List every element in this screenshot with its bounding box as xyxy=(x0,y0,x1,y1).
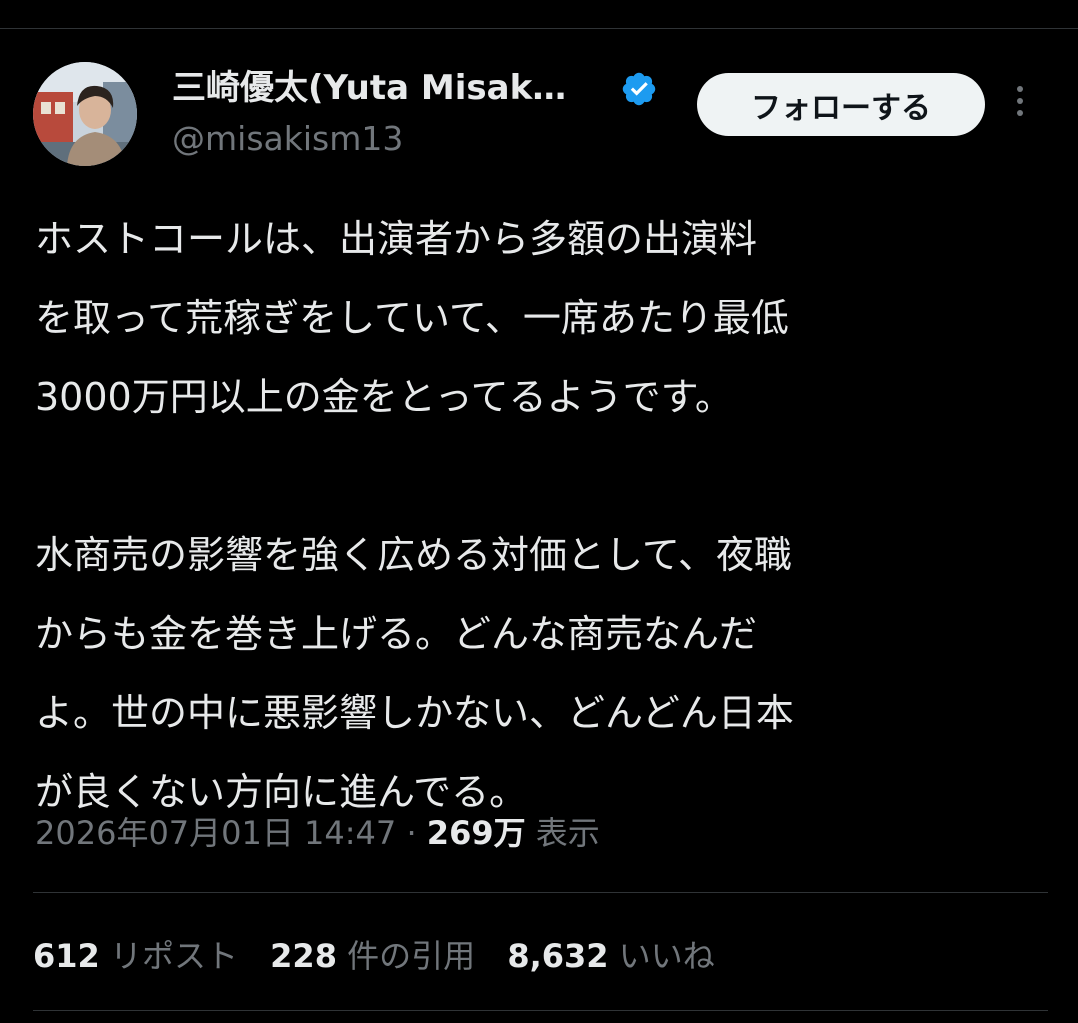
top-divider xyxy=(0,28,1078,29)
tweet-text: ホストコールは、出演者から多額の出演料 を取って荒稼ぎをしていて、一席あたり最低… xyxy=(35,200,1045,832)
quotes-count: 228 xyxy=(270,937,337,975)
tweet-meta: 2026年07月01日 14:47 · 269万 表示 xyxy=(35,808,600,858)
likes-stat[interactable]: 8,632 いいね xyxy=(507,928,714,984)
meta-separator: · xyxy=(406,814,417,852)
tweet-paragraph: ホストコールは、出演者から多額の出演料 を取って荒稼ぎをしていて、一席あたり最低… xyxy=(35,217,789,419)
more-options-icon[interactable] xyxy=(1010,86,1030,126)
quotes-label: 件の引用 xyxy=(347,937,476,975)
stats-divider-bottom xyxy=(33,1010,1048,1011)
views-count: 269万 xyxy=(426,814,526,852)
reposts-count: 612 xyxy=(33,937,100,975)
likes-label: いいね xyxy=(618,937,715,975)
views-label: 表示 xyxy=(535,814,600,852)
likes-count: 8,632 xyxy=(507,937,609,975)
tweet-timestamp[interactable]: 2026年07月01日 14:47 xyxy=(35,814,396,852)
follow-button[interactable]: フォローする xyxy=(697,73,985,136)
tweet-paragraph-spacer xyxy=(35,437,1045,516)
avatar[interactable] xyxy=(33,62,137,166)
avatar-image xyxy=(33,62,137,166)
author-handle[interactable]: @misakism13 xyxy=(172,118,403,160)
verified-badge-icon xyxy=(622,72,656,106)
engagement-stats: 612 リポスト 228 件の引用 8,632 いいね xyxy=(33,928,737,984)
reposts-stat[interactable]: 612 リポスト xyxy=(33,928,238,984)
stats-divider-top xyxy=(33,892,1048,893)
tweet-paragraph: 水商売の影響を強く広める対価として、夜職 からも金を巻き上げる。どんな商売なんだ… xyxy=(35,533,794,814)
author-display-name[interactable]: 三崎優太(Yuta Misak… xyxy=(172,66,566,110)
reposts-label: リポスト xyxy=(109,937,238,975)
quotes-stat[interactable]: 228 件の引用 xyxy=(270,928,475,984)
